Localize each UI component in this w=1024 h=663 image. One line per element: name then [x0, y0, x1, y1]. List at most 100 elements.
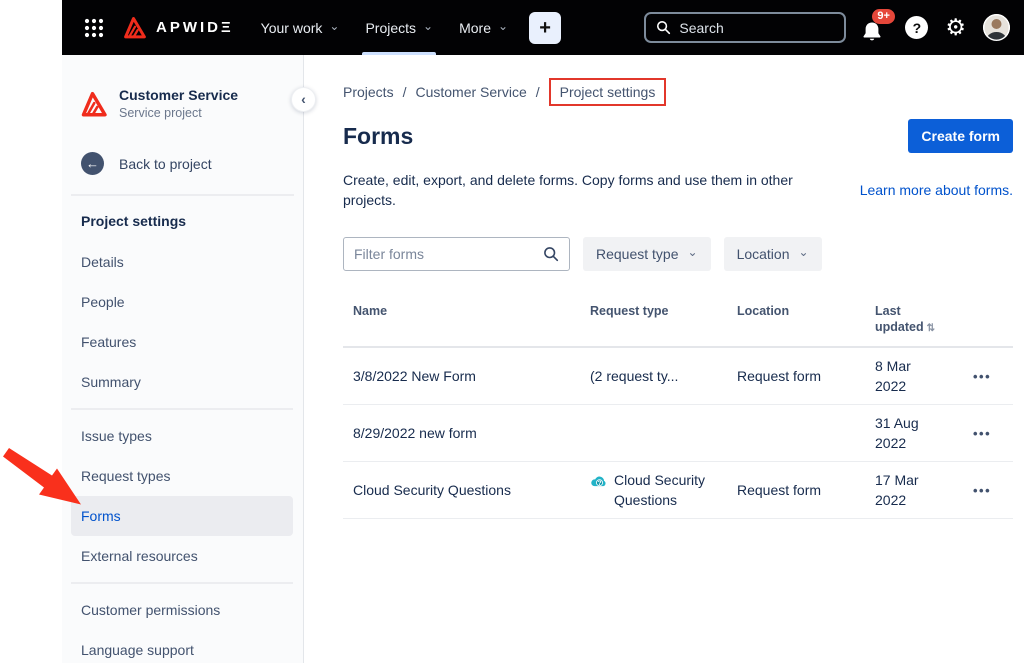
user-avatar[interactable] — [983, 14, 1010, 41]
breadcrumb: Projects / Customer Service / Project se… — [343, 78, 1013, 106]
global-search[interactable] — [644, 12, 846, 43]
dropdown-label: Request type — [596, 246, 679, 262]
app-switcher-icon[interactable] — [80, 14, 108, 42]
form-name-cell[interactable]: Cloud Security Questions — [343, 462, 580, 518]
app-window: APWIDΞ Your work ⌄ Projects ⌄ More ⌄ + — [0, 0, 1024, 663]
table-row[interactable]: 8/29/2022 new form 31 Aug 2022 ••• — [343, 405, 1013, 462]
nav-item-label: Projects — [365, 20, 416, 36]
nav-right-icons: 9+ ? ⚙ — [862, 13, 1010, 43]
breadcrumb-project-settings annotation-highlight-box[interactable]: Project settings — [549, 78, 667, 106]
location-dropdown[interactable]: Location ⌄ — [724, 237, 822, 271]
project-type: Service project — [119, 105, 238, 121]
sidebar-collapse-button[interactable]: ‹ — [291, 87, 316, 112]
sidebar-item-request-types[interactable]: Request types — [71, 456, 293, 496]
column-header-location[interactable]: Location — [727, 293, 865, 346]
chevron-left-icon: ‹ — [301, 91, 306, 107]
create-form-button[interactable]: Create form — [908, 119, 1013, 153]
row-more-actions-button[interactable]: ••• — [965, 483, 991, 498]
search-input[interactable] — [679, 20, 819, 36]
forms-table: Name Request type Location Last updated⇅… — [343, 293, 1013, 519]
chevron-down-icon: ⌄ — [498, 20, 508, 32]
filter-forms-input[interactable] — [354, 246, 543, 262]
nav-item-label: Your work — [261, 20, 323, 36]
column-header-last-updated[interactable]: Last updated⇅ — [865, 293, 953, 346]
row-more-actions-button[interactable]: ••• — [965, 369, 991, 384]
sidebar-item-label: People — [81, 294, 125, 310]
cloud-question-request-type-icon: ? — [590, 473, 607, 490]
project-avatar-icon — [77, 90, 108, 118]
sidebar-item-label: Language support — [81, 642, 194, 658]
grid-icon — [83, 17, 105, 39]
last-updated-cell: 8 Mar 2022 — [865, 348, 953, 404]
row-actions-cell: ••• — [953, 405, 1013, 461]
location-cell — [727, 405, 865, 461]
nav-item-more[interactable]: More ⌄ — [446, 0, 521, 55]
page-header: Forms Create form — [343, 119, 1013, 153]
nav-item-projects[interactable]: Projects ⌄ — [352, 0, 446, 55]
form-name-cell[interactable]: 8/29/2022 new form — [343, 405, 580, 461]
sidebar-item-issue-types[interactable]: Issue types — [71, 416, 293, 456]
table-row[interactable]: 3/8/2022 New Form (2 request ty... Reque… — [343, 348, 1013, 405]
sidebar-item-label: Issue types — [81, 428, 152, 444]
breadcrumb-customer-service[interactable]: Customer Service — [415, 84, 526, 100]
nav-item-your-work[interactable]: Your work ⌄ — [248, 0, 353, 55]
sidebar-item-summary[interactable]: Summary — [71, 362, 293, 402]
bell-icon — [862, 21, 882, 43]
page-title: Forms — [343, 123, 413, 150]
apwide-logo[interactable]: APWIDΞ — [120, 15, 234, 40]
column-header-request-type[interactable]: Request type — [580, 293, 727, 346]
help-button[interactable]: ? — [905, 16, 928, 39]
request-type-cell — [580, 405, 727, 461]
breadcrumb-separator: / — [536, 84, 540, 100]
filter-forms-field[interactable] — [343, 237, 570, 271]
table-row[interactable]: Cloud Security Questions ? Cloud Securit… — [343, 462, 1013, 519]
row-actions-cell: ••• — [953, 348, 1013, 404]
sidebar-item-label: Summary — [81, 374, 141, 390]
column-header-name[interactable]: Name — [343, 293, 580, 346]
ellipsis-icon: ••• — [973, 483, 991, 498]
location-cell: Request form — [727, 348, 865, 404]
notifications-button[interactable]: 9+ — [862, 13, 888, 43]
avatar-photo — [983, 14, 1010, 41]
row-more-actions-button[interactable]: ••• — [965, 426, 991, 441]
breadcrumb-projects[interactable]: Projects — [343, 84, 394, 100]
row-actions-cell: ••• — [953, 462, 1013, 518]
breadcrumb-separator: / — [403, 84, 407, 100]
sidebar-item-label: Details — [81, 254, 124, 270]
settings-gear-button[interactable]: ⚙ — [945, 16, 966, 39]
chevron-down-icon: ⌄ — [688, 245, 698, 259]
back-to-project-link[interactable]: ← Back to project — [62, 121, 303, 175]
sidebar-item-features[interactable]: Features — [71, 322, 293, 362]
question-mark-icon: ? — [913, 20, 922, 36]
sidebar-item-details[interactable]: Details — [71, 242, 293, 282]
sidebar-menu: Details People Features Summary Issue ty… — [62, 234, 303, 663]
sidebar-item-external-resources[interactable]: External resources — [71, 536, 293, 576]
sidebar-item-people[interactable]: People — [71, 282, 293, 322]
arrow-left-glyph: ← — [86, 156, 99, 171]
ellipsis-icon: ••• — [973, 369, 991, 384]
sidebar-item-customer-permissions[interactable]: Customer permissions — [71, 590, 293, 630]
create-button[interactable]: + — [529, 12, 561, 44]
last-updated-cell: 17 Mar 2022 — [865, 462, 953, 518]
top-navigation-bar: APWIDΞ Your work ⌄ Projects ⌄ More ⌄ + — [62, 0, 1024, 55]
back-arrow-icon: ← — [81, 152, 104, 175]
chevron-down-icon: ⌄ — [329, 20, 339, 32]
sidebar-item-language-support[interactable]: Language support — [71, 630, 293, 663]
sidebar-item-forms[interactable]: Forms — [71, 496, 293, 536]
apwide-logo-text: APWIDΞ — [156, 19, 234, 36]
sidebar-section-title: Project settings — [62, 196, 303, 234]
form-name-cell[interactable]: 3/8/2022 New Form — [343, 348, 580, 404]
request-type-dropdown[interactable]: Request type ⌄ — [583, 237, 711, 271]
description-row: Create, edit, export, and delete forms. … — [343, 170, 1013, 210]
nav-item-label: More — [459, 20, 491, 36]
back-to-project-label: Back to project — [119, 156, 212, 172]
project-title-block: Customer Service Service project — [119, 87, 238, 121]
sort-icon: ⇅ — [927, 323, 935, 334]
sidebar-item-label: Request types — [81, 468, 171, 484]
apwide-logo-mark-icon — [120, 15, 147, 40]
request-type-cell: ? Cloud Security Questions — [580, 462, 727, 518]
plus-icon: + — [539, 18, 551, 38]
learn-more-link[interactable]: Learn more about forms. — [860, 182, 1013, 198]
ellipsis-icon: ••• — [973, 426, 991, 441]
chevron-down-icon: ⌄ — [799, 245, 809, 259]
